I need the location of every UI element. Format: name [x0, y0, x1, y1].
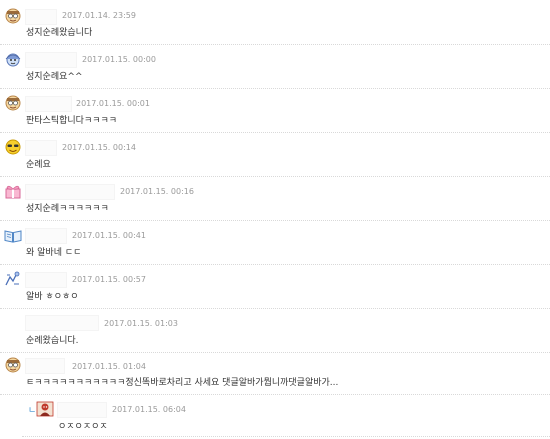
smiley-glasses-icon[interactable]	[4, 95, 22, 111]
divider	[0, 394, 550, 395]
author-name[interactable]	[25, 228, 67, 244]
comment-date: 2017.01.15. 01:03	[104, 319, 178, 328]
author-name[interactable]	[25, 140, 57, 156]
comment-text: 성지순례요^^	[26, 72, 83, 82]
author-name[interactable]	[57, 402, 107, 418]
author-name[interactable]	[25, 315, 99, 331]
book-icon[interactable]	[4, 228, 22, 244]
comment-date: 2017.01.15. 00:00	[82, 55, 156, 64]
divider	[0, 220, 550, 221]
comment-text: 성지순례ㅋㅋㅋㅋㅋㅋ	[26, 204, 109, 214]
comment-text: ㅌㅋㅋㅋㅋㅋㅋㅋㅋㅋㅋㅋ정신똑바로차리고 사세요 댓글알바가뭡니까댓글알바가..…	[26, 378, 339, 388]
comment-text: 알바 ㅎㅇㅎㅇ	[26, 292, 79, 302]
doodle-icon[interactable]	[4, 271, 22, 287]
gift-icon[interactable]	[4, 183, 22, 199]
comment-date: 2017.01.15. 00:57	[72, 275, 146, 284]
comment-date: 2017.01.15. 00:01	[76, 99, 150, 108]
comment-text: 판타스틱합니다ㅋㅋㅋㅋ	[26, 116, 118, 126]
comment-text: 순례요	[26, 160, 51, 170]
divider	[22, 436, 550, 437]
smiley-glasses-icon[interactable]	[4, 357, 22, 373]
divider	[0, 352, 550, 353]
comment-text: 성지순례왔습니다	[26, 28, 93, 38]
author-name[interactable]	[25, 9, 57, 25]
author-name[interactable]	[25, 358, 65, 374]
smiley-glasses-icon[interactable]	[4, 8, 22, 24]
comment-date: 2017.01.15. 01:04	[72, 362, 146, 371]
divider	[0, 176, 550, 177]
comment-date: 2017.01.15. 06:04	[112, 405, 186, 414]
author-name[interactable]	[25, 96, 72, 112]
author-name[interactable]	[25, 272, 67, 288]
author-name[interactable]	[25, 52, 77, 68]
comment-date: 2017.01.15. 00:14	[62, 143, 136, 152]
divider	[0, 264, 550, 265]
smiley-helmet-icon[interactable]	[4, 51, 22, 67]
comment-text: 와 알바네 ㄷㄷ	[26, 248, 82, 258]
divider	[0, 308, 550, 309]
smiley-sunglasses-icon[interactable]	[4, 139, 22, 155]
comment-date: 2017.01.14. 23:59	[62, 11, 136, 20]
comment-date: 2017.01.15. 00:41	[72, 231, 146, 240]
comment-text: 순례왔습니다.	[26, 336, 79, 346]
divider	[0, 44, 550, 45]
author-name[interactable]	[25, 184, 115, 200]
divider	[0, 88, 550, 89]
divider	[0, 132, 550, 133]
comment-text: ㅇㅈㅇㅈㅇㅈ	[58, 422, 108, 432]
character-icon[interactable]	[36, 401, 54, 417]
comment-date: 2017.01.15. 00:16	[120, 187, 194, 196]
